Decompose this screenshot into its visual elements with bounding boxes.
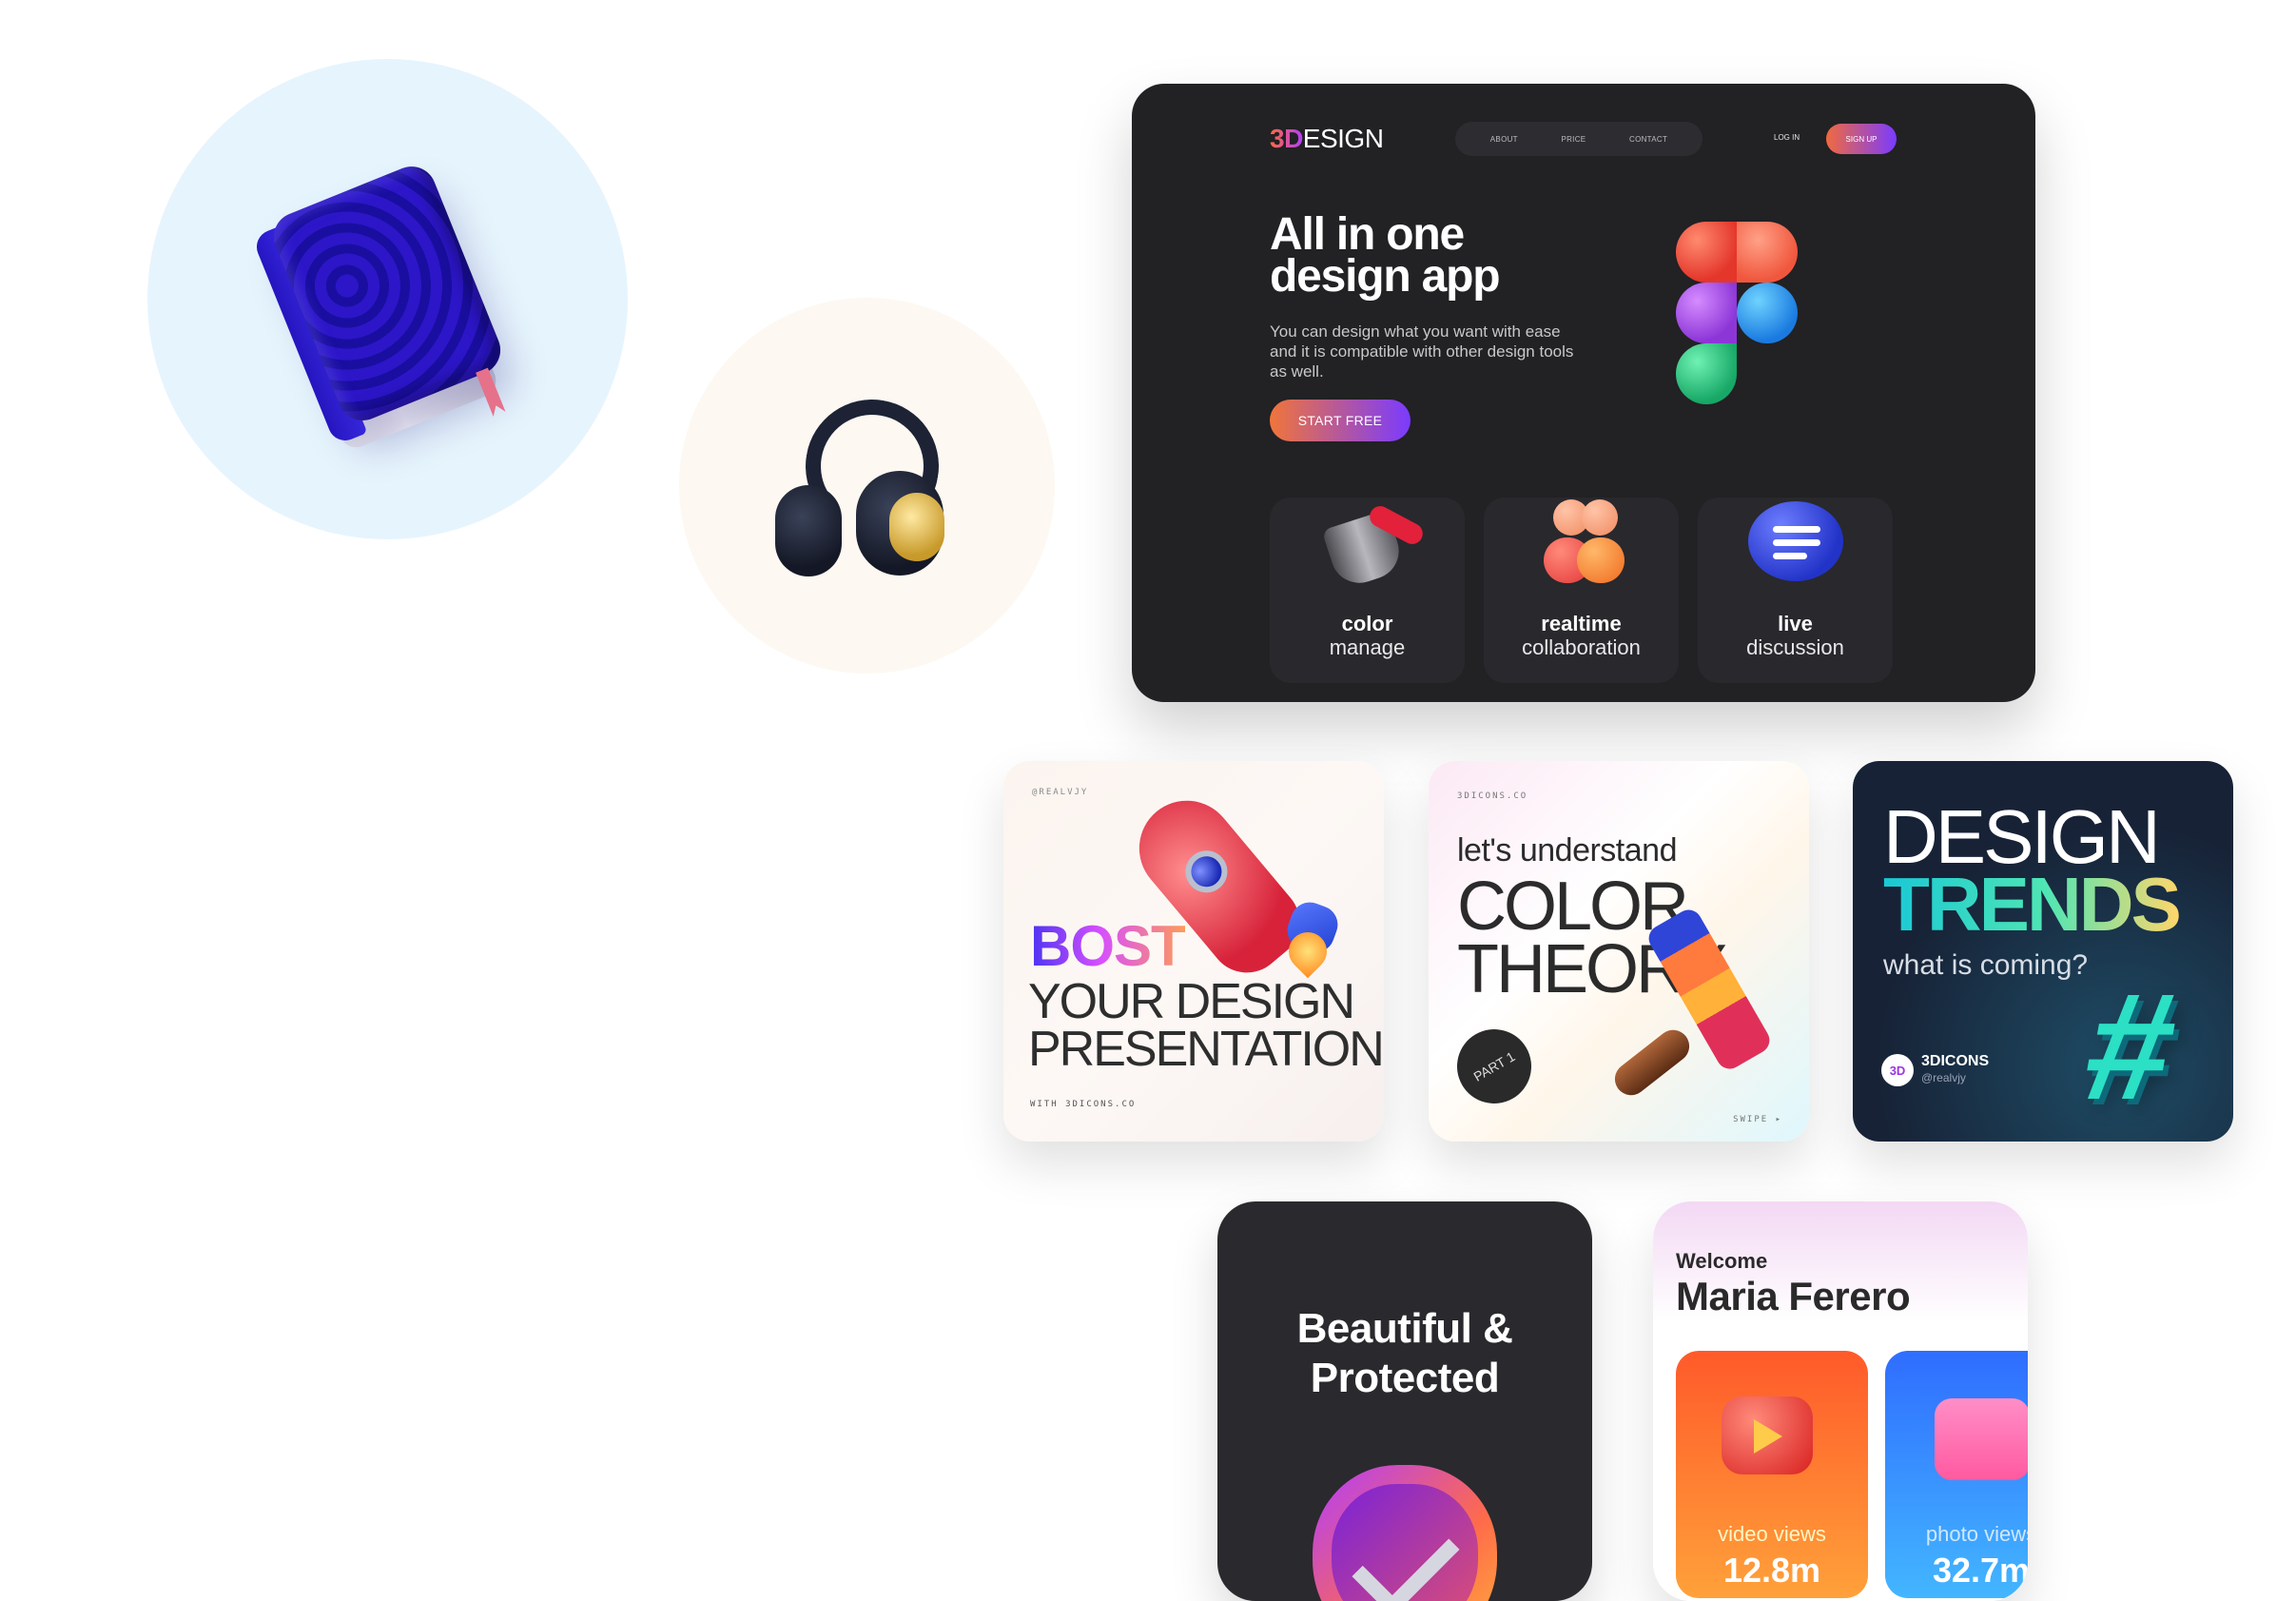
poster-headline: YOUR DESIGN PRESENTATION	[1028, 974, 1384, 1077]
swipe-hint[interactable]: SWIPE ▸	[1733, 1115, 1782, 1124]
user-name: Maria Ferero	[1676, 1274, 1911, 1318]
poster-headline: COLOR THEORY	[1457, 869, 1727, 1007]
photo-icon	[1935, 1398, 2028, 1480]
hero-title: All in one design app	[1270, 209, 1501, 302]
headphones-icon	[775, 388, 961, 580]
poster-color-theory-card[interactable]: 3DICONS.CO let's understand COLOR THEORY…	[1429, 761, 1809, 1142]
stat-value: 32.7m	[1932, 1551, 2028, 1590]
feature-title: live	[1778, 612, 1813, 635]
app-logo[interactable]: 3DESIGN	[1270, 124, 1384, 154]
feature-subtitle: collaboration	[1522, 635, 1641, 659]
feature-title: color	[1341, 612, 1393, 635]
brand-name: 3DICONS	[1921, 1053, 1990, 1069]
feature-title: realtime	[1541, 612, 1622, 635]
nav-price[interactable]: PRICE	[1561, 135, 1586, 144]
poster-headline-gradient: BOST	[1030, 914, 1186, 978]
poster-bost-card[interactable]: @REALVJY BOST YOUR DESIGN PRESENTATION W…	[1003, 761, 1384, 1142]
poster-design-trends-card[interactable]: DESIGN TRENDS what is coming? # 3D 3DICO…	[1853, 761, 2233, 1142]
feature-subtitle: discussion	[1746, 635, 1844, 659]
welcome-label: Welcome	[1676, 1249, 1768, 1273]
poster-line2: TRENDS	[1883, 862, 2182, 947]
brand-handle: @realvjy	[1921, 1071, 1966, 1084]
poster-handle: @REALVJY	[1032, 788, 1089, 797]
stat-label: photo views	[1925, 1522, 2028, 1546]
signup-button[interactable]: SIGN UP	[1826, 124, 1897, 154]
login-link[interactable]: LOG IN	[1774, 133, 1800, 142]
stats-app-card[interactable]: Welcome Maria Ferero video views 12.8m p…	[1653, 1201, 2028, 1601]
feature-card-collaboration[interactable]: realtime collaboration	[1484, 498, 1679, 683]
stat-card-video[interactable]: video views 12.8m	[1676, 1351, 1868, 1598]
stat-label: video views	[1718, 1522, 1826, 1546]
poster-question: what is coming?	[1883, 949, 2089, 981]
chat-bubble-icon	[1743, 490, 1848, 595]
video-camera-icon	[1722, 1396, 1813, 1474]
figma-logo-icon	[1676, 222, 1809, 412]
feature-card-color[interactable]: color manage	[1270, 498, 1465, 683]
top-nav: ABOUT PRICE CONTACT	[1455, 122, 1703, 156]
paint-bucket-icon	[1315, 490, 1427, 595]
poster-footer: WITH 3DICONS.CO	[1030, 1100, 1137, 1109]
stat-card-photo[interactable]: photo views 32.7m	[1885, 1351, 2028, 1598]
stat-value: 12.8m	[1722, 1551, 1821, 1590]
hero-subtitle: You can design what you want with ease a…	[1270, 322, 1574, 381]
poster-subtitle: let's understand	[1457, 832, 1677, 869]
nav-contact[interactable]: CONTACT	[1629, 135, 1667, 144]
landing-page-card: 3DESIGN ABOUT PRICE CONTACT LOG IN SIGN …	[1132, 84, 2035, 702]
part-stamp: PART 1	[1443, 1015, 1546, 1118]
nav-about[interactable]: ABOUT	[1490, 135, 1518, 144]
secure-app-card[interactable]: Beautiful & Protected	[1217, 1201, 1592, 1601]
feature-card-discussion[interactable]: live discussion	[1698, 498, 1893, 683]
start-free-button[interactable]: START FREE	[1270, 400, 1411, 441]
feature-subtitle: manage	[1329, 635, 1406, 659]
secure-title: Beautiful & Protected	[1296, 1305, 1513, 1401]
people-icon	[1529, 490, 1634, 595]
poster-handle: 3DICONS.CO	[1457, 791, 1528, 801]
hashtag-icon: #	[2073, 961, 2189, 1131]
brand-badge: 3D	[1881, 1054, 1914, 1086]
